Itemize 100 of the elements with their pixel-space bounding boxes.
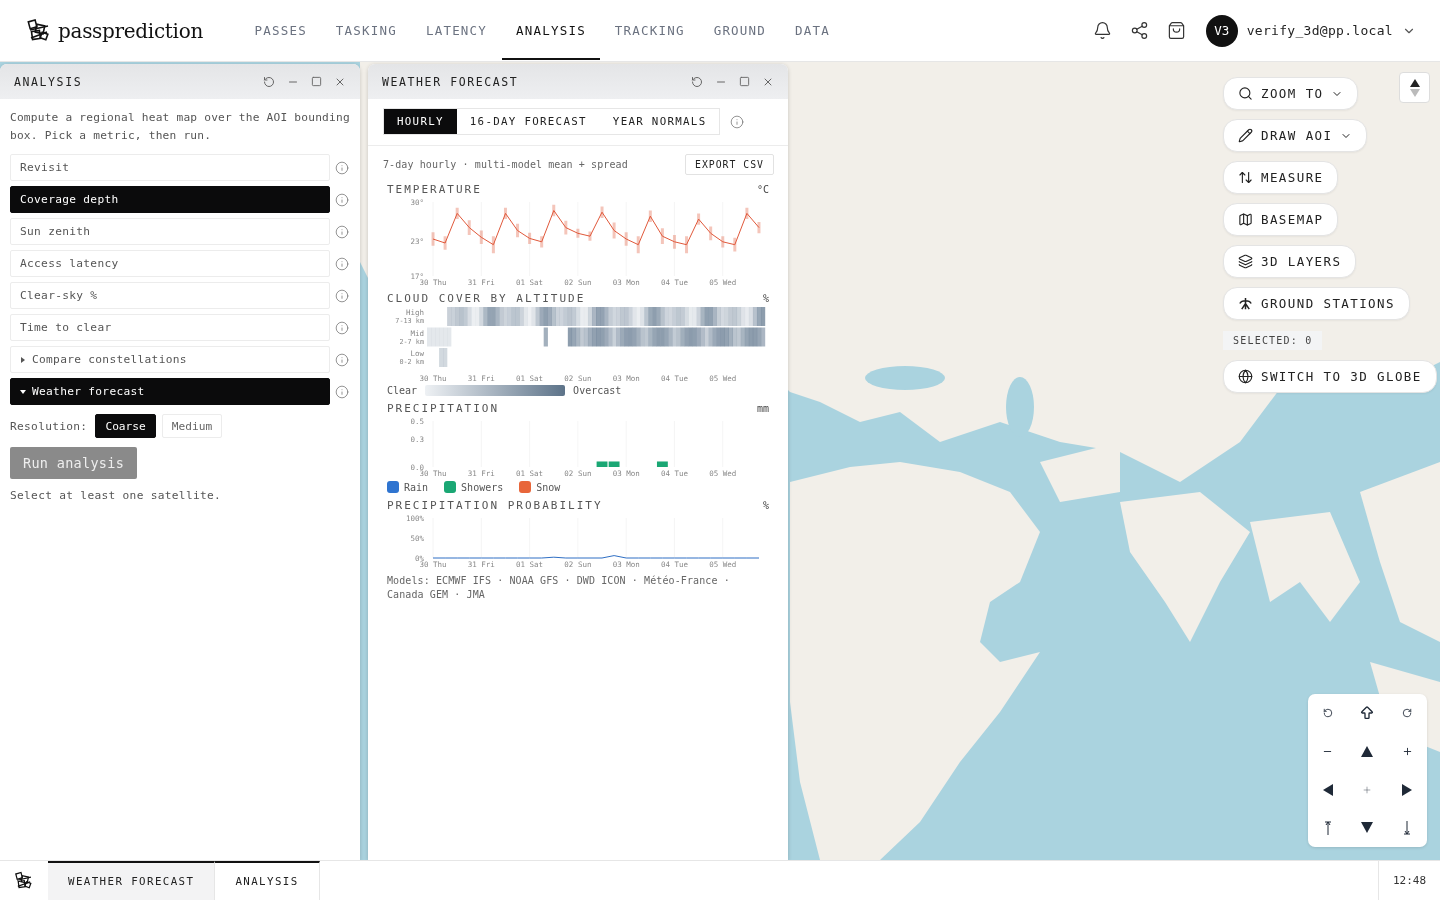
- user-email: verify_3d@pp.local: [1246, 23, 1393, 38]
- resolution-label: Resolution:: [10, 419, 88, 433]
- logo-icon: [26, 17, 52, 44]
- export-csv-button[interactable]: EXPORT CSV: [685, 154, 774, 175]
- window-title: WEATHER FORECAST: [382, 74, 519, 89]
- metric-option[interactable]: Clear-sky %: [10, 282, 330, 309]
- unit-label: %: [762, 293, 769, 304]
- hint-text: Select at least one satellite.: [10, 489, 223, 502]
- error-bar: [528, 232, 532, 245]
- error-bar: [660, 228, 664, 245]
- nav-tab[interactable]: GROUND: [699, 12, 781, 60]
- legend-label: Clear: [387, 385, 418, 396]
- metric-option[interactable]: Revisit: [10, 154, 330, 181]
- nav-tab[interactable]: DATA: [780, 12, 845, 60]
- error-bar: [431, 232, 435, 246]
- error-bar: [455, 207, 459, 220]
- unit-label: mm: [756, 403, 769, 414]
- error-bar: [443, 236, 447, 250]
- user-avatar[interactable]: V3: [1205, 14, 1238, 47]
- metric-option[interactable]: Sun zenith: [10, 218, 330, 245]
- map-control-button[interactable]: GROUND STATIONS: [1223, 287, 1410, 320]
- nav-tab[interactable]: LATENCY: [411, 12, 502, 60]
- info-icon[interactable]: [335, 288, 349, 303]
- map-control-button[interactable]: ZOOM TO: [1223, 77, 1359, 110]
- search-icon: [1238, 86, 1253, 101]
- error-bar: [757, 221, 761, 234]
- metric-option[interactable]: Access latency: [10, 250, 330, 277]
- nav-tab[interactable]: TASKING: [321, 12, 412, 60]
- error-bar: [516, 223, 520, 238]
- metric-option[interactable]: Weather forecast: [10, 378, 330, 405]
- forecast-tab[interactable]: HOURLY: [384, 109, 457, 134]
- description: Compute a regional heat map over the AOI bounding box. Pick a metric, then run.: [10, 110, 350, 144]
- nav-tab[interactable]: PASSES: [240, 12, 322, 60]
- notifications-icon[interactable]: [1092, 21, 1112, 40]
- metric-option[interactable]: Coverage depth: [10, 186, 330, 213]
- map-control-button[interactable]: BASEMAP: [1223, 203, 1339, 236]
- error-bar: [564, 220, 568, 235]
- models-note: Models: ECMWF IFS · NOAA GFS · DWD ICON · Météo-France · Canada GEM · JMA: [387, 574, 731, 602]
- error-bar: [552, 204, 556, 217]
- map-icon: [1238, 212, 1253, 227]
- error-bar: [648, 210, 652, 222]
- info-icon[interactable]: [335, 224, 349, 239]
- map-control-button[interactable]: DRAW AOI: [1223, 119, 1368, 152]
- clock: 12:48: [1378, 861, 1440, 900]
- nav-tab[interactable]: TRACKING: [600, 12, 700, 60]
- legend-label: Showers: [461, 481, 504, 493]
- error-bar: [588, 231, 592, 241]
- selection-count: SELECTED: 0: [1223, 331, 1323, 350]
- layers-icon: [1238, 254, 1253, 269]
- error-bar: [612, 222, 616, 239]
- chart-title: TEMPERATURE: [387, 183, 482, 196]
- error-bar: [709, 226, 713, 241]
- share-icon[interactable]: [1129, 21, 1149, 40]
- error-bar: [503, 207, 507, 220]
- unit-label: °C: [756, 184, 769, 195]
- resolution-option[interactable]: Medium: [161, 414, 223, 438]
- taskbar-tab[interactable]: WEATHER FORECAST: [48, 861, 216, 900]
- logo-icon: [14, 870, 34, 891]
- maximize-icon[interactable]: [311, 75, 322, 87]
- up-down-arrows-icon: [1238, 170, 1253, 185]
- compass-button[interactable]: [1399, 72, 1430, 103]
- info-icon[interactable]: [335, 384, 349, 399]
- error-bar: [636, 236, 640, 254]
- north-arrow-icon: [1408, 77, 1421, 98]
- antenna-icon: [1238, 296, 1253, 311]
- error-bar: [624, 232, 628, 246]
- info-icon[interactable]: [730, 114, 745, 129]
- error-bar: [600, 206, 604, 218]
- pencil-icon: [1238, 128, 1253, 143]
- window-title: ANALYSIS: [14, 74, 83, 89]
- info-icon[interactable]: [335, 320, 349, 335]
- info-icon[interactable]: [335, 160, 349, 175]
- map-control-button[interactable]: MEASURE: [1223, 161, 1339, 194]
- chart-title: CLOUD COVER BY ALTITUDE: [387, 292, 586, 305]
- error-bar: [491, 236, 495, 254]
- forecast-subtitle: 7-day hourly · multi-model mean + spread: [383, 159, 628, 170]
- info-icon[interactable]: [335, 192, 349, 207]
- nav-tab[interactable]: ANALYSIS: [501, 12, 601, 60]
- globe-icon: [1238, 369, 1253, 384]
- metric-option[interactable]: Time to clear: [10, 314, 330, 341]
- legend-label: Snow: [536, 481, 561, 493]
- error-bar: [733, 237, 737, 252]
- metric-option[interactable]: Compare constellations: [10, 346, 330, 373]
- info-icon[interactable]: [335, 352, 349, 367]
- legend-label: Overcast: [573, 385, 622, 396]
- resolution-option[interactable]: Coarse: [95, 414, 156, 438]
- error-bar: [745, 207, 749, 220]
- chart-title: PRECIPITATION: [387, 402, 500, 415]
- info-icon[interactable]: [335, 256, 349, 271]
- globe-toggle-button[interactable]: SWITCH TO 3D GLOBE: [1223, 360, 1437, 393]
- bag-icon[interactable]: [1166, 21, 1186, 40]
- taskbar-tab[interactable]: ANALYSIS: [215, 861, 320, 900]
- maximize-icon[interactable]: [739, 75, 750, 87]
- reset-icon[interactable]: [691, 75, 703, 88]
- error-bar: [685, 236, 689, 254]
- reset-icon[interactable]: [263, 75, 275, 88]
- error-bar: [721, 236, 725, 248]
- precipitation-bar: [656, 461, 668, 467]
- unit-label: %: [762, 500, 769, 511]
- map-control-button[interactable]: 3D LAYERS: [1223, 245, 1357, 278]
